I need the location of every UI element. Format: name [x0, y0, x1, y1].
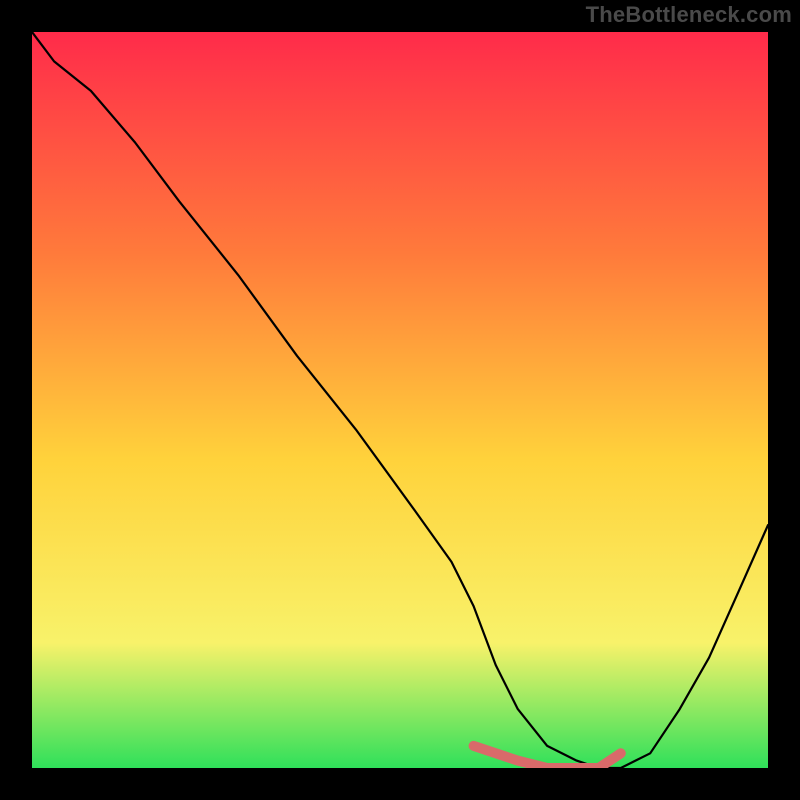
gradient-background	[32, 32, 768, 768]
plot-area	[32, 32, 768, 768]
bottleneck-chart	[32, 32, 768, 768]
chart-frame: TheBottleneck.com	[0, 0, 800, 800]
watermark-text: TheBottleneck.com	[586, 2, 792, 28]
